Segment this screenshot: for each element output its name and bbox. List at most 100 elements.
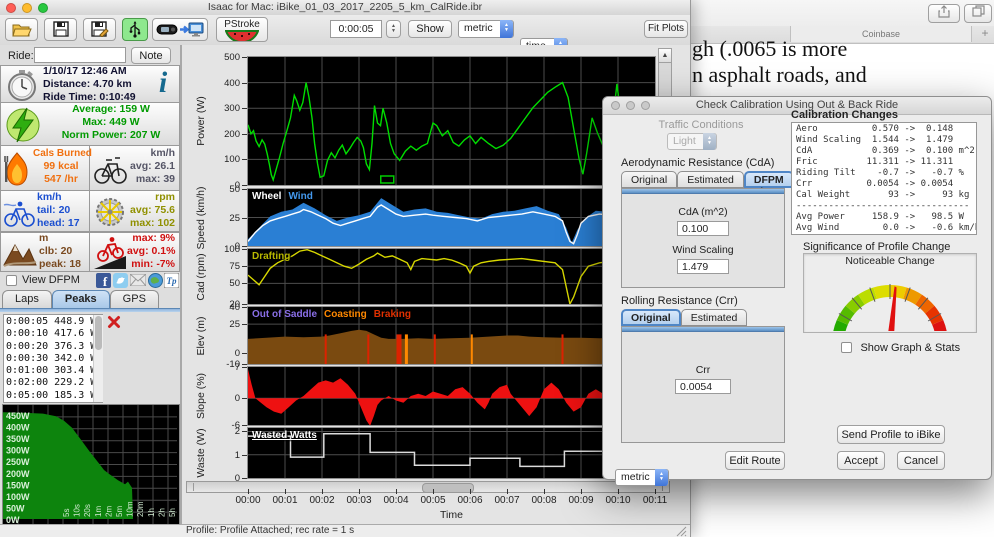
dialog-minimize-button[interactable] <box>626 101 635 110</box>
delete-peak-button[interactable] <box>107 315 121 329</box>
accept-button[interactable]: Accept <box>837 451 885 470</box>
stepper-icon: ▲▼ <box>500 20 513 38</box>
pstroke-button[interactable]: PStroke <box>216 17 268 42</box>
tick-mark <box>248 489 249 494</box>
tick-mark <box>242 249 247 250</box>
power-ytick: 200 <box>208 129 240 140</box>
tick-mark <box>581 489 582 494</box>
peak-row[interactable]: 0:00:20 376.3 W <box>6 341 100 353</box>
slope-min: min: -7% <box>127 258 175 271</box>
peaks-list: 0:00:05 448.9 W0:00:10 417.6 W0:00:20 37… <box>3 314 103 403</box>
sidebar-tab-gps[interactable]: GPS <box>110 290 159 308</box>
traffic-value: Light <box>673 135 696 147</box>
plot-cad[interactable] <box>248 249 655 304</box>
save-as-button[interactable] <box>83 18 116 41</box>
peak-row[interactable]: 0:00:30 342.0 W <box>6 353 100 365</box>
traffic-conditions-select[interactable]: Light ▲▼ <box>667 133 717 150</box>
watermelon-icon <box>225 30 259 41</box>
tab-overview-button[interactable] <box>964 4 992 23</box>
plot-power[interactable] <box>248 57 655 185</box>
zoom-button[interactable] <box>38 3 48 13</box>
close-button[interactable] <box>6 3 16 13</box>
cda-tab-original[interactable]: Original <box>621 171 677 188</box>
facebook-icon[interactable]: f <box>96 273 111 288</box>
crr-input[interactable] <box>675 379 731 394</box>
view-dfpm-checkbox[interactable] <box>6 275 17 286</box>
tick-mark <box>242 218 247 219</box>
sidebar-tab-peaks[interactable]: Peaks <box>52 290 110 308</box>
isaac-window: Isaac for Mac: iBike_01_03_2017_2205_5_k… <box>0 0 691 537</box>
ride-name-input[interactable] <box>34 47 126 63</box>
crr-tab-estimated[interactable]: Estimated <box>681 309 748 326</box>
wind-cadence-box: km/h tail: 20 head: 17 rpm avg: 75.6 max… <box>0 190 180 232</box>
sidebar: Ride: Note 1/10/17 12:46 AM Distance: 4.… <box>0 45 182 537</box>
plot-slope[interactable] <box>248 367 655 425</box>
x-tick: 00:09 <box>561 495 601 506</box>
note-button[interactable]: Note <box>131 47 171 64</box>
peak-row[interactable]: 0:00:10 417.6 W <box>6 328 100 340</box>
new-tab-button[interactable]: + <box>976 26 994 42</box>
device-to-computer-icon <box>156 21 204 38</box>
peak-row[interactable]: 0:01:00 303.4 W <box>6 365 100 377</box>
cda-tab-dfpm-fit[interactable]: DFPM Fit <box>744 171 794 188</box>
twitter-icon[interactable] <box>113 273 128 288</box>
climb-slope-box: m clb: 20 peak: 18 max: 9% avg: 0.1% min… <box>0 232 180 272</box>
open-file-button[interactable] <box>5 18 38 41</box>
units-select[interactable]: metric▲▼ <box>458 20 514 38</box>
stepper-icon: ▲▼ <box>703 133 716 150</box>
svg-text:450W: 450W <box>6 411 30 421</box>
scroll-up-button[interactable]: ▲ <box>659 49 671 63</box>
peak-row[interactable]: 0:05:00 185.3 W <box>6 390 100 402</box>
wind-scaling-input[interactable] <box>677 259 729 274</box>
x-axis-title: Time <box>427 509 477 521</box>
device-to-computer-button[interactable] <box>152 18 208 41</box>
peak-row[interactable]: 0:10:00 163.8 W <box>6 402 100 403</box>
elev-legend: Out of SaddleCoastingBraking <box>252 309 418 320</box>
edit-route-button[interactable]: Edit Route <box>725 451 785 470</box>
power-max: Max: 449 W <box>43 116 179 129</box>
save-button[interactable] <box>44 18 77 41</box>
cda-input[interactable] <box>677 221 729 236</box>
usb-download-button[interactable] <box>122 18 148 41</box>
svg-text:Tp: Tp <box>167 276 177 286</box>
show-graph-checkbox[interactable] <box>841 342 852 353</box>
peaks-scrollbar[interactable] <box>93 315 103 402</box>
wind-unit: km/h <box>37 191 89 204</box>
mail-icon[interactable] <box>130 274 146 286</box>
crr-tab-original[interactable]: Original <box>621 309 681 326</box>
fit-plots-button[interactable]: Fit Plots <box>644 20 688 38</box>
dialog-units-select[interactable]: metric▲▼ <box>615 469 669 486</box>
legend-coasting: Coasting <box>324 309 367 320</box>
share-icon <box>938 5 950 18</box>
minimize-button[interactable] <box>22 3 32 13</box>
cda-tab-estimated[interactable]: Estimated <box>677 171 744 188</box>
usb-icon <box>129 21 141 38</box>
x-tick: 00:03 <box>339 495 379 506</box>
show-button[interactable]: Show <box>408 20 452 38</box>
peak-row[interactable]: 0:02:00 229.2 W <box>6 377 100 389</box>
crr-section-label: Rolling Resistance (Crr) <box>621 295 738 307</box>
horizontal-scrollbar[interactable] <box>186 481 670 493</box>
send-profile-button[interactable]: Send Profile to iBike <box>837 425 945 444</box>
time-stepper[interactable]: ▲▼ <box>386 20 401 38</box>
peak-row[interactable]: 0:00:05 448.9 W <box>6 316 100 328</box>
share-button[interactable] <box>928 4 960 23</box>
significance-label: Significance of Profile Change <box>803 241 950 253</box>
braking-stripe <box>397 334 402 364</box>
dialog-close-button[interactable] <box>611 101 620 110</box>
toolbar: PStroke ▲▼ Show metric▲▼ time▲▼ Full Rid… <box>0 15 690 46</box>
title-bar[interactable]: Isaac for Mac: iBike_01_03_2017_2205_5_k… <box>0 0 690 16</box>
tick-mark <box>322 489 323 494</box>
svg-text:5m: 5m <box>115 506 124 517</box>
tick-mark <box>242 246 247 247</box>
time-window-input[interactable] <box>330 20 382 38</box>
sidebar-tab-laps[interactable]: Laps <box>2 290 52 308</box>
resize-grip-icon[interactable] <box>676 526 687 537</box>
dialog-zoom-button[interactable] <box>641 101 650 110</box>
trainingpeaks-icon[interactable]: Tp <box>164 273 179 288</box>
cancel-button[interactable]: Cancel <box>897 451 945 470</box>
hscroll-thumb[interactable] <box>422 483 474 493</box>
google-earth-icon[interactable] <box>148 273 163 288</box>
x-tick: 00:06 <box>450 495 490 506</box>
svg-text:400W: 400W <box>6 423 30 433</box>
